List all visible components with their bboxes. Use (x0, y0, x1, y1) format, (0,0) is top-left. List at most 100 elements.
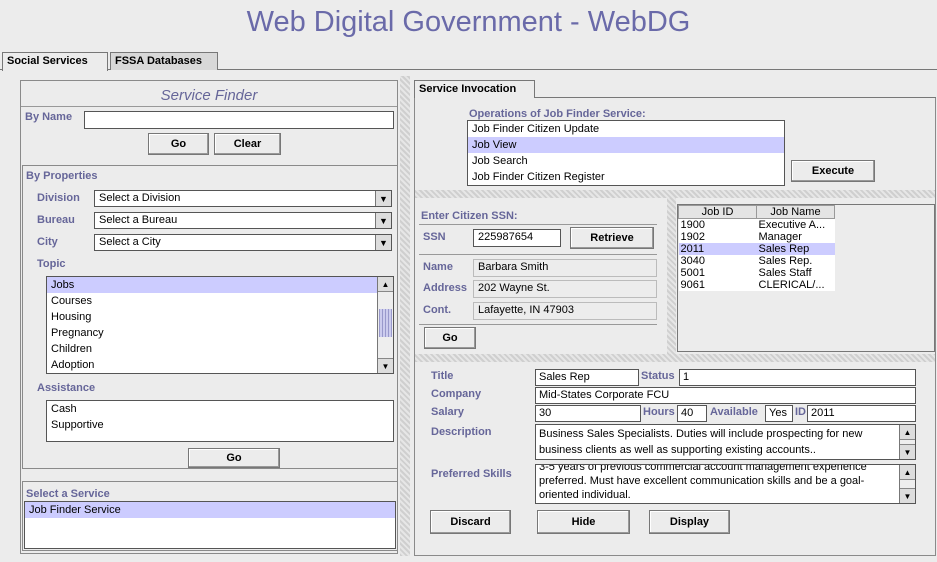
chevron-down-icon[interactable]: ▼ (375, 235, 391, 250)
division-value: Select a Division (99, 192, 181, 204)
job-id-cell: 3040 (680, 255, 705, 267)
description-text: Business Sales Specialists. Duties will … (539, 428, 863, 456)
app-title: Web Digital Government - WebDG (246, 6, 691, 38)
job-name-cell: Sales Rep (758, 243, 810, 255)
list-item-pregnancy[interactable]: Pregnancy (47, 325, 393, 341)
division-select[interactable]: Select a Division ▼ (94, 190, 392, 207)
display-button[interactable]: Display (649, 510, 730, 534)
list-item-cash[interactable]: Cash (47, 401, 393, 417)
table-row[interactable]: 5001 Sales Staff (678, 267, 835, 279)
title-field[interactable]: Sales Rep (535, 369, 639, 386)
job-name-cell: Executive A... (758, 219, 826, 231)
id-label: ID (795, 406, 806, 418)
divider (21, 106, 397, 107)
discard-button[interactable]: Discard (430, 510, 511, 534)
scroll-thumb[interactable] (379, 309, 392, 337)
list-item-citizen-update[interactable]: Job Finder Citizen Update (468, 121, 784, 137)
citizen-section: Enter Citizen SSN: SSN 225987654 Retriev… (415, 198, 673, 350)
list-item-courses[interactable]: Courses (47, 293, 393, 309)
properties-go-button[interactable]: Go (188, 448, 280, 468)
name-label: Name (423, 261, 453, 273)
vertical-divider[interactable] (667, 198, 676, 354)
assistance-list[interactable]: Cash Supportive (46, 400, 394, 442)
assistance-label: Assistance (37, 382, 96, 394)
scroll-down-icon[interactable]: ▼ (900, 444, 915, 459)
job-name-cell: CLERICAL/... (758, 279, 825, 291)
salary-field[interactable]: 30 (535, 405, 641, 422)
horizontal-divider[interactable] (415, 190, 935, 198)
list-item-job-search[interactable]: Job Search (468, 153, 784, 169)
job-id-cell: 1900 (680, 219, 705, 231)
job-id-cell: 1902 (680, 231, 705, 243)
go-button[interactable]: Go (148, 133, 209, 155)
list-item-children[interactable]: Children (47, 341, 393, 357)
split-divider[interactable] (400, 76, 410, 556)
skills-textarea[interactable]: 3-5 years of previous commercial account… (535, 464, 916, 504)
table-row[interactable]: 3040 Sales Rep. (678, 255, 835, 267)
horizontal-divider[interactable] (415, 354, 935, 362)
topic-list[interactable]: Jobs Courses Housing Pregnancy Children … (46, 276, 394, 374)
hide-button[interactable]: Hide (537, 510, 630, 534)
table-row[interactable]: 2011 Sales Rep (678, 243, 835, 255)
service-list[interactable]: Job Finder Service (24, 501, 396, 549)
bureau-value: Select a Bureau (99, 214, 178, 226)
service-finder-title: Service Finder (160, 87, 258, 104)
list-item-job-finder-service[interactable]: Job Finder Service (25, 502, 395, 518)
execute-button[interactable]: Execute (791, 160, 875, 182)
topic-label: Topic (37, 258, 66, 270)
list-item-supportive[interactable]: Supportive (47, 417, 393, 433)
description-textarea[interactable]: Business Sales Specialists. Duties will … (535, 424, 916, 460)
tab-service-invocation[interactable]: Service Invocation (414, 80, 535, 99)
retrieve-button[interactable]: Retrieve (570, 227, 654, 249)
status-field[interactable]: 1 (679, 369, 916, 386)
company-field[interactable]: Mid-States Corporate FCU (535, 387, 916, 404)
ssn-label: SSN (423, 231, 446, 243)
invocation-tab-bar: Service Invocation (414, 80, 936, 99)
jobs-table: Job ID Job Name 1900 Executive A... 1902 M… (678, 205, 835, 291)
table-row[interactable]: 1902 Manager (678, 231, 835, 243)
scroll-up-icon[interactable]: ▲ (900, 425, 915, 440)
id-field[interactable]: 2011 (807, 405, 916, 422)
clear-button[interactable]: Clear (214, 133, 281, 155)
list-item-adoption[interactable]: Adoption (47, 357, 393, 373)
col-header-job-name[interactable]: Job Name (756, 205, 835, 219)
job-name-cell: Sales Staff (758, 267, 812, 279)
city-value: Select a City (99, 236, 161, 248)
description-label: Description (431, 426, 492, 438)
chevron-down-icon[interactable]: ▼ (375, 213, 391, 228)
by-name-input[interactable] (84, 111, 394, 129)
topic-scrollbar[interactable]: ▲ ▼ (377, 277, 393, 373)
main-tab-bar: Social Services FSSA Databases (0, 52, 937, 71)
hours-field[interactable]: 40 (677, 405, 707, 422)
city-label: City (37, 236, 58, 248)
list-item-housing[interactable]: Housing (47, 309, 393, 325)
ssn-input[interactable]: 225987654 (473, 229, 561, 247)
job-id-cell: 5001 (680, 267, 705, 279)
city-select[interactable]: Select a City ▼ (94, 234, 392, 251)
title-label: Title (431, 370, 454, 382)
available-field[interactable]: Yes (765, 405, 793, 422)
by-properties-section: By Properties Division Select a Division… (22, 165, 398, 469)
scroll-down-icon[interactable]: ▼ (900, 488, 915, 503)
table-row[interactable]: 9061 CLERICAL/... (678, 279, 835, 291)
description-scrollbar[interactable]: ▲ ▼ (899, 425, 915, 459)
chevron-down-icon[interactable]: ▼ (375, 191, 391, 206)
citizen-go-button[interactable]: Go (424, 327, 476, 349)
list-item-job-view[interactable]: Job View (468, 137, 784, 153)
table-row[interactable]: 1900 Executive A... (678, 218, 835, 231)
operations-header: Operations of Job Finder Service: (469, 108, 646, 120)
by-properties-label: By Properties (26, 170, 98, 182)
list-item-citizen-register[interactable]: Job Finder Citizen Register (468, 169, 784, 185)
scroll-up-icon[interactable]: ▲ (378, 277, 393, 292)
scroll-down-icon[interactable]: ▼ (378, 358, 393, 373)
bureau-select[interactable]: Select a Bureau ▼ (94, 212, 392, 229)
operations-list[interactable]: Job Finder Citizen Update Job View Job S… (467, 120, 785, 186)
col-header-job-id[interactable]: Job ID (678, 205, 757, 219)
tab-fssa-databases[interactable]: FSSA Databases (110, 52, 218, 70)
salary-label: Salary (431, 406, 465, 418)
tab-social-services[interactable]: Social Services (2, 52, 108, 71)
job-id-cell: 9061 (680, 279, 705, 291)
skills-scrollbar[interactable]: ▲ ▼ (899, 465, 915, 503)
scroll-up-icon[interactable]: ▲ (900, 465, 915, 480)
list-item-jobs[interactable]: Jobs (47, 277, 393, 293)
